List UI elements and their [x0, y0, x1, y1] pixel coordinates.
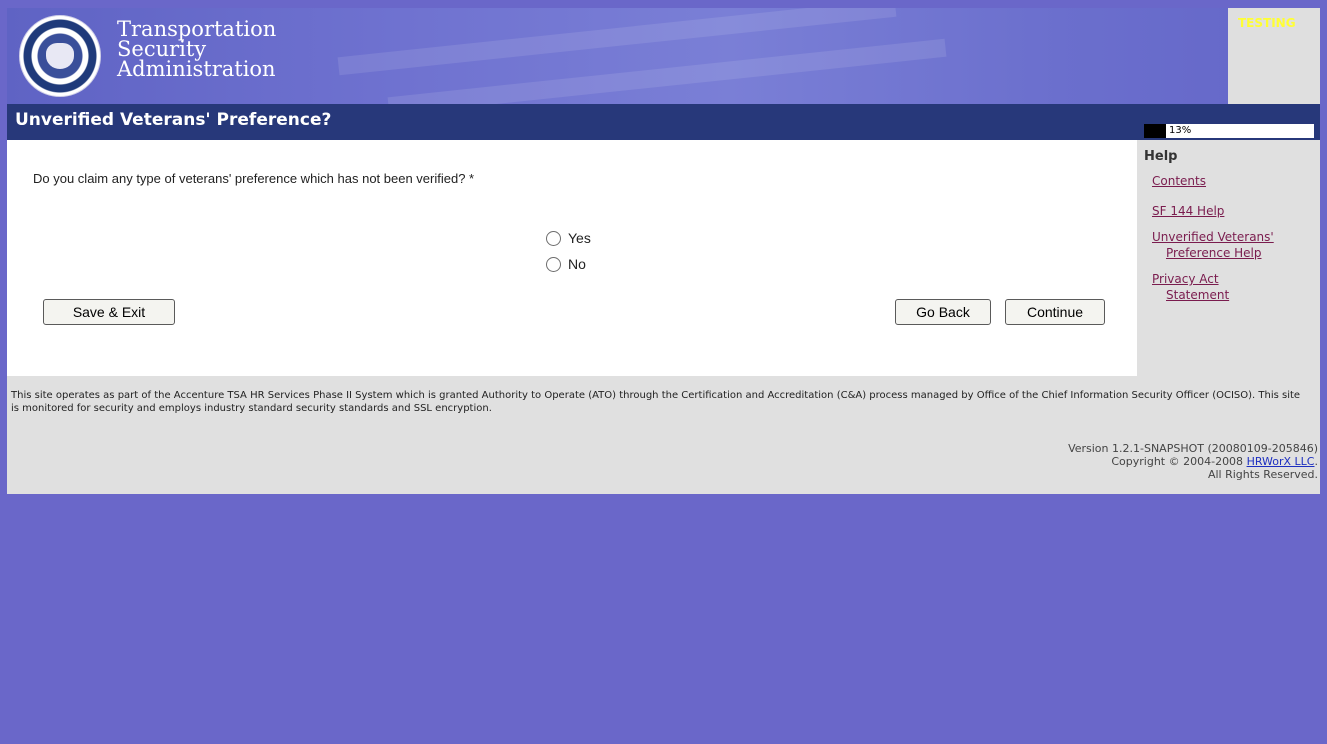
- progress-fill: [1144, 124, 1167, 138]
- org-name-line3: Administration: [117, 57, 276, 81]
- footer: This site operates as part of the Accent…: [7, 376, 1320, 494]
- dhs-seal-icon: [19, 15, 101, 97]
- help-link-privacy-line1[interactable]: Privacy Act: [1152, 271, 1229, 287]
- help-link-privacy-line2[interactable]: Statement: [1152, 287, 1229, 303]
- copyright-line: Copyright © 2004-2008 HRWorX LLC.: [1068, 455, 1318, 468]
- help-title: Help: [1144, 149, 1178, 164]
- radio-label-yes: Yes: [568, 230, 591, 246]
- rights-text: All Rights Reserved.: [1207, 468, 1318, 481]
- page-title: Unverified Veterans' Preference?: [15, 110, 332, 130]
- help-link-unverified-preference[interactable]: Unverified Veterans' Preference Help: [1152, 229, 1274, 261]
- main-content: Do you claim any type of veterans' prefe…: [7, 140, 1137, 376]
- radio-empty-icon[interactable]: [546, 230, 561, 246]
- radio-option-yes[interactable]: Yes: [546, 230, 591, 246]
- org-name-line2: Security: [117, 37, 207, 61]
- help-link-unverified-line1[interactable]: Unverified Veterans': [1152, 229, 1274, 245]
- save-exit-button[interactable]: Save & Exit: [43, 299, 175, 325]
- security-notice: This site operates as part of the Accent…: [11, 390, 1301, 414]
- radio-empty-icon[interactable]: [546, 256, 561, 272]
- help-link-contents[interactable]: Contents: [1152, 173, 1206, 189]
- radio-option-no[interactable]: No: [546, 256, 586, 272]
- go-back-button[interactable]: Go Back: [895, 299, 991, 325]
- help-sidebar: Help Contents SF 144 Help Unverified Vet…: [1137, 140, 1320, 376]
- progress-bar: 13%: [1143, 123, 1315, 139]
- help-link-privacy-act[interactable]: Privacy Act Statement: [1152, 271, 1229, 303]
- copyright-suffix: .: [1314, 455, 1319, 468]
- help-link-sf144[interactable]: SF 144 Help: [1152, 203, 1224, 219]
- progress-text: 13%: [1169, 125, 1192, 136]
- testing-label: TESTING: [1238, 16, 1296, 30]
- version-text: Version 1.2.1-SNAPSHOT (20080109-205846): [1068, 442, 1318, 455]
- title-bar: Unverified Veterans' Preference? 13%: [7, 104, 1320, 140]
- page-frame: Transportation Security Administration T…: [7, 8, 1320, 744]
- org-name: Transportation Security Administration: [117, 17, 277, 81]
- eagle-icon: [46, 43, 74, 69]
- question-label: Do you claim any type of veterans' prefe…: [33, 171, 475, 186]
- version-block: Version 1.2.1-SNAPSHOT (20080109-205846)…: [1068, 442, 1318, 481]
- continue-button[interactable]: Continue: [1005, 299, 1105, 325]
- radio-label-no: No: [568, 256, 586, 272]
- help-link-unverified-line2[interactable]: Preference Help: [1152, 245, 1274, 261]
- org-name-line1: Transportation: [117, 17, 277, 41]
- copyright-prefix: Copyright © 2004-2008: [1111, 455, 1247, 468]
- hrworx-link[interactable]: HRWorX LLC: [1247, 455, 1315, 468]
- header-banner: Transportation Security Administration T…: [7, 8, 1320, 104]
